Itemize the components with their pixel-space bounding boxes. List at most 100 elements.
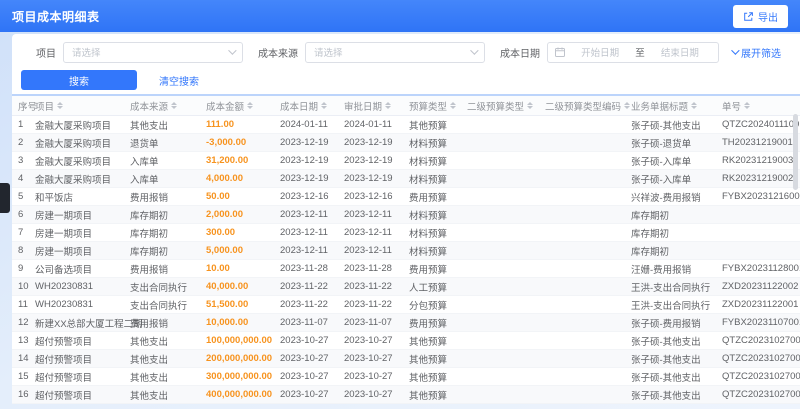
end-date-input[interactable]: 结束日期 <box>649 45 711 59</box>
sort-caret-icon <box>450 101 457 110</box>
start-date-input[interactable]: 开始日期 <box>569 45 631 59</box>
cell-budget-type: 材料预算 <box>409 138 448 150</box>
side-drawer-handle[interactable] <box>0 183 10 213</box>
cell-project: 超付预警项目 <box>35 336 93 348</box>
cell-cost-date: 2023-12-11 <box>280 209 328 220</box>
cell-doc-no: QTZC20231027002 <box>722 389 800 400</box>
cell-cost-source: 其他支出 <box>130 354 169 366</box>
table-row[interactable]: 2 金融大厦采购项目 退货单 -3,000.00 2023-12-19 2023-12-1… <box>12 134 800 152</box>
cell-project: WH20230831 <box>35 299 94 310</box>
export-icon <box>743 11 754 22</box>
cell-budget-type: 其他预算 <box>409 120 448 132</box>
column-header-cost-amount[interactable]: 成本金额 <box>200 99 274 113</box>
table-row[interactable]: 7 房建一期项目 库存期初 300.00 2023-12-11 2023-12-11 材料预… <box>12 224 800 242</box>
cell-cost-amount: 100,000,000.00 <box>206 335 273 346</box>
cell-budget-type: 其他预算 <box>409 372 448 384</box>
cell-seq: 2 <box>18 137 24 148</box>
table-row[interactable]: 5 和平饭店 费用报销 50.00 2023-12-16 2023-12-16 费用预算 兴祥… <box>12 188 800 206</box>
cost-source-select[interactable]: 请选择 <box>305 41 485 63</box>
cell-doc-no: QTZC20231027002 <box>722 353 800 364</box>
chevron-down-icon <box>228 46 237 55</box>
project-select-placeholder: 请选择 <box>72 48 101 59</box>
cell-project: 房建一期项目 <box>35 246 93 258</box>
cell-project: 金融大厦采购项目 <box>35 156 112 168</box>
expand-filters-link[interactable]: 展开筛选 <box>731 45 781 60</box>
cell-business-doc-title: 张子硕-入库单 <box>631 174 692 186</box>
sort-caret-icon <box>321 101 328 110</box>
cell-cost-amount: 10.00 <box>206 263 230 274</box>
column-header-secondary-budget-type[interactable]: 二级预算类型 <box>461 99 539 113</box>
cell-budget-type: 材料预算 <box>409 228 448 240</box>
cell-business-doc-title: 张子硕-其他支出 <box>631 390 701 402</box>
column-header-doc-no[interactable]: 单号 <box>716 99 800 113</box>
project-select[interactable]: 请选择 <box>63 41 243 63</box>
cost-date-range-picker[interactable]: 开始日期 至 结束日期 <box>547 41 719 63</box>
export-button[interactable]: 导出 <box>733 4 788 28</box>
vertical-scrollbar-thumb[interactable] <box>793 114 798 190</box>
column-label: 二级预算类型 <box>467 101 525 113</box>
cell-business-doc-title: 张子硕-费用报销 <box>631 318 701 330</box>
table-row[interactable]: 3 金融大厦采购项目 入库单 31,200.00 2023-12-19 2023-12-1… <box>12 152 800 170</box>
column-header-project[interactable]: 项目 <box>29 99 124 113</box>
cell-approval-date: 2023-11-07 <box>344 317 392 328</box>
cell-cost-date: 2023-12-11 <box>280 245 328 256</box>
column-header-approval-date[interactable]: 审批日期 <box>338 99 403 113</box>
search-button[interactable]: 搜索 <box>21 70 137 90</box>
column-header-secondary-budget-type-code[interactable]: 二级预算类型编码 <box>539 99 631 113</box>
cell-business-doc-title: 王洪-支出合同执行 <box>631 282 711 294</box>
cell-cost-source: 支出合同执行 <box>130 300 188 312</box>
calendar-icon <box>555 47 565 57</box>
table-row[interactable]: 9 公司备选项目 费用报销 10.00 2023-11-28 2023-11-28 费用预算… <box>12 260 800 278</box>
sort-caret-icon <box>691 101 698 110</box>
table-row[interactable]: 8 房建一期项目 库存期初 5,000.00 2023-12-11 2023-12-11 材… <box>12 242 800 260</box>
cell-cost-source: 库存期初 <box>130 228 169 240</box>
cost-table: 序号 项目 成本来源 成本金额 成本日期 审批日期 预算类型 二级预算类型 二级预算类型编码 业务… <box>12 96 800 404</box>
cell-seq: 15 <box>18 371 29 382</box>
cell-cost-amount: 40,000.00 <box>206 281 249 292</box>
expand-filters-label: 展开筛选 <box>741 48 781 60</box>
table-row[interactable]: 12 新建XX总部大厦工程二期 费用报销 10,000.00 2023-11-07 202… <box>12 314 800 332</box>
cell-seq: 14 <box>18 353 29 364</box>
clear-search-button[interactable]: 清空搜索 <box>159 73 199 88</box>
cell-approval-date: 2023-12-19 <box>344 155 393 166</box>
column-header-cost-source[interactable]: 成本来源 <box>124 99 200 113</box>
cell-cost-source: 入库单 <box>130 174 159 186</box>
cell-project: 金融大厦采购项目 <box>35 120 112 132</box>
cell-cost-date: 2024-01-11 <box>280 119 328 130</box>
table-row[interactable]: 6 房建一期项目 库存期初 2,000.00 2023-12-11 2023-12-11 材… <box>12 206 800 224</box>
cell-budget-type: 费用预算 <box>409 192 448 204</box>
project-filter-label: 项目 <box>36 48 56 60</box>
cell-seq: 8 <box>18 245 24 256</box>
table-row[interactable]: 1 金融大厦采购项目 其他支出 111.00 2024-01-11 2024-01-11 其… <box>12 116 800 134</box>
cell-cost-amount: 300.00 <box>206 227 236 238</box>
source-filter-label: 成本来源 <box>258 48 298 60</box>
date-filter-label: 成本日期 <box>500 48 540 60</box>
table-row[interactable]: 10 WH20230831 支出合同执行 40,000.00 2023-11-22 202… <box>12 278 800 296</box>
column-header-business-doc-title[interactable]: 业务单据标题 <box>625 99 716 113</box>
cell-seq: 12 <box>18 317 29 328</box>
cell-cost-date: 2023-12-19 <box>280 155 329 166</box>
cell-cost-source: 费用报销 <box>130 264 169 276</box>
column-header-budget-type[interactable]: 预算类型 <box>403 99 461 113</box>
cell-business-doc-title: 兴祥波-费用报销 <box>631 192 701 204</box>
table-row[interactable]: 4 金融大厦采购项目 入库单 4,000.00 2023-12-19 2023-12-19… <box>12 170 800 188</box>
table-row[interactable]: 13 超付预警项目 其他支出 100,000,000.00 2023-10-27 2023… <box>12 332 800 350</box>
cell-doc-no: FYBX20231216001 <box>722 191 800 202</box>
cell-seq: 3 <box>18 155 24 166</box>
cell-doc-no: QTZC20231027002 <box>722 371 800 382</box>
page: 项目成本明细表 导出 项目 请选择 成本来源 请选择 成本日期 开始日期 至 结… <box>0 0 800 409</box>
cell-project: 金融大厦采购项目 <box>35 138 112 150</box>
cell-project: WH20230831 <box>35 281 94 292</box>
sort-caret-icon <box>57 101 64 110</box>
column-header-cost-date[interactable]: 成本日期 <box>274 99 338 113</box>
table-row[interactable]: 16 超付预警项目 其他支出 400,000,000.00 2023-10-27 2023… <box>12 386 800 404</box>
cell-business-doc-title: 张子硕-其他支出 <box>631 372 701 384</box>
cell-business-doc-title: 张子硕-入库单 <box>631 156 692 168</box>
cell-cost-date: 2023-12-11 <box>280 227 328 238</box>
cell-project: 公司备选项目 <box>35 264 93 276</box>
cell-business-doc-title: 张子硕-退货单 <box>631 138 692 150</box>
table-row[interactable]: 15 超付预警项目 其他支出 300,000,000.00 2023-10-27 2023… <box>12 368 800 386</box>
cell-cost-date: 2023-11-07 <box>280 317 328 328</box>
table-row[interactable]: 11 WH20230831 支出合同执行 51,500.00 2023-11-22 202… <box>12 296 800 314</box>
table-row[interactable]: 14 超付预警项目 其他支出 200,000,000.00 2023-10-27 2023… <box>12 350 800 368</box>
